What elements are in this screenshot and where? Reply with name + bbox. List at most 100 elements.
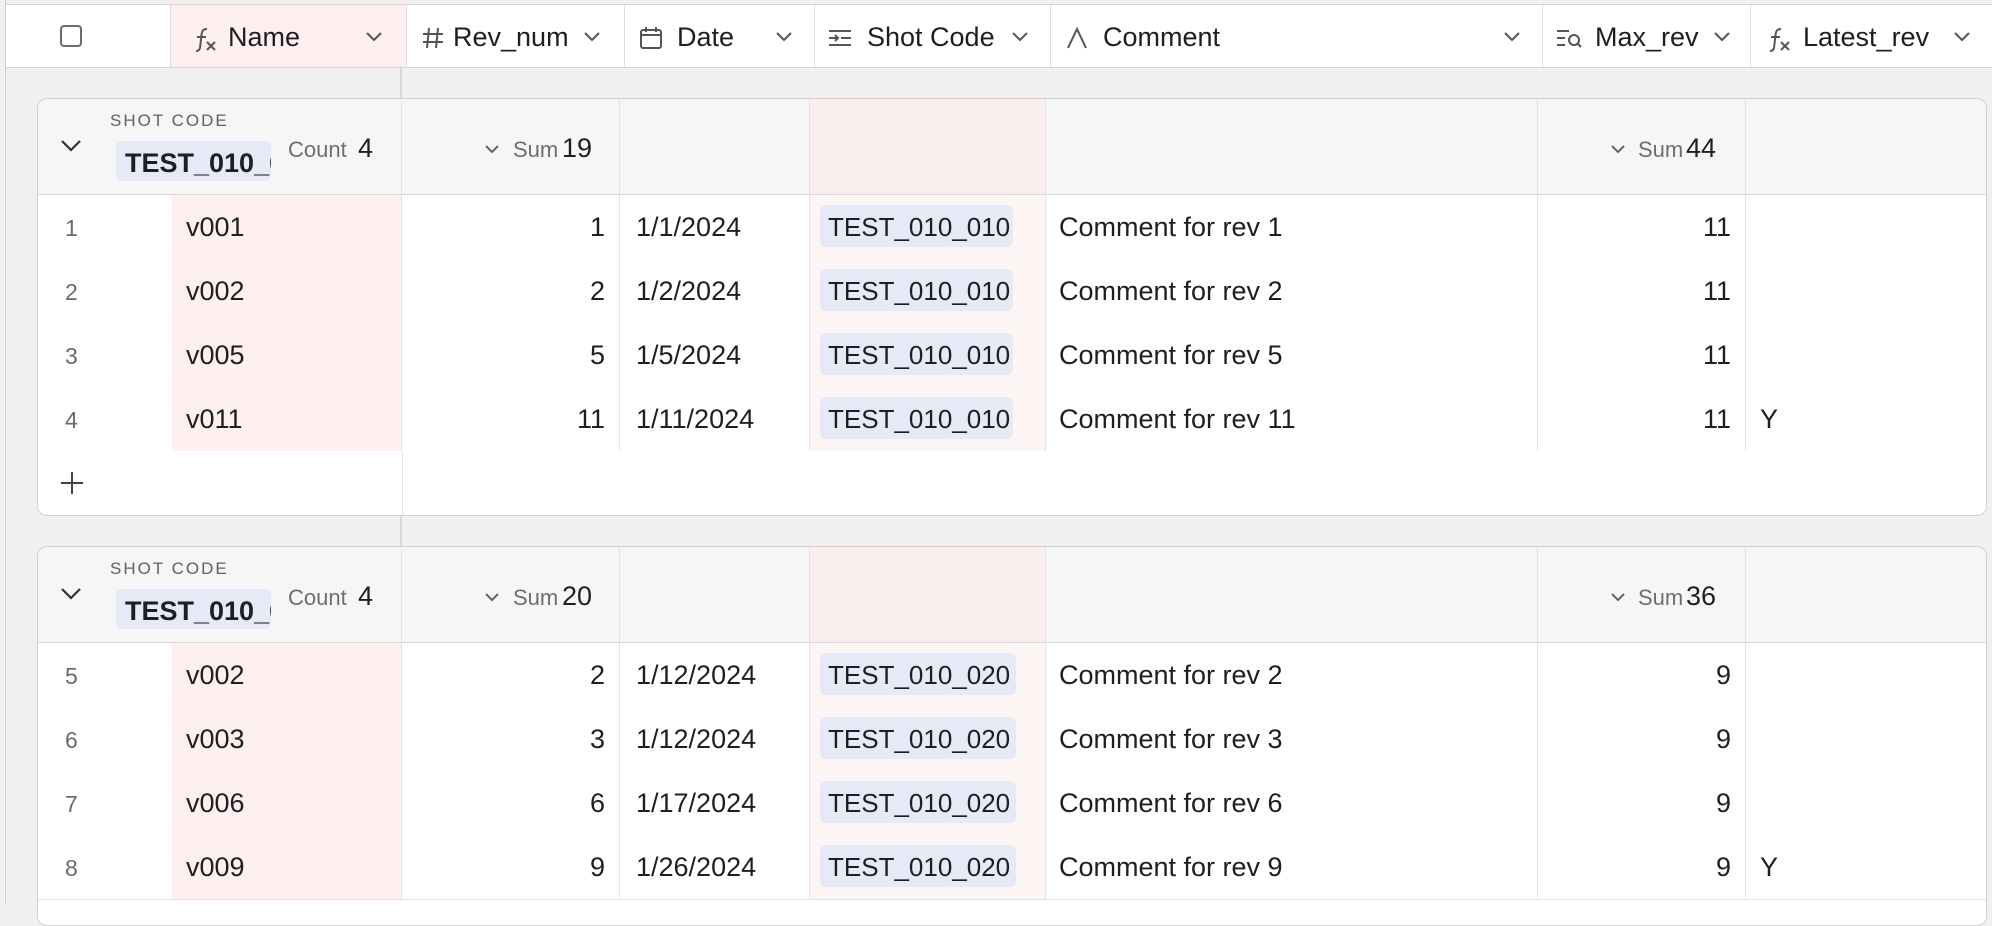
- count-label: Count: [288, 585, 347, 610]
- shot-code-pill[interactable]: TEST_010_020: [820, 653, 1016, 695]
- column-label-shot-code: Shot Code: [867, 22, 995, 52]
- table-row[interactable]: 2 v002 2 1/2/2024 TEST_010_010 Comment f…: [38, 259, 1986, 324]
- table-row[interactable]: 6 v003 3 1/12/2024 TEST_010_020 Comment …: [38, 707, 1986, 772]
- group-value-pill[interactable]: TEST_010_020: [116, 589, 271, 629]
- shot-code-pill[interactable]: TEST_010_010: [820, 333, 1013, 375]
- count-label: Count: [288, 137, 347, 162]
- collapse-chevron-icon[interactable]: [60, 587, 82, 601]
- sum-label: Sum: [1638, 137, 1684, 162]
- shot-code-pill[interactable]: TEST_010_020: [820, 781, 1016, 823]
- rev-num-cell: 6: [589, 788, 605, 818]
- rev-sum-cell[interactable]: Sum 19: [402, 99, 620, 194]
- select-all-checkbox[interactable]: [60, 25, 82, 47]
- table-row[interactable]: 3 v005 5 1/5/2024 TEST_010_010 Comment f…: [38, 323, 1986, 388]
- link-icon: [829, 30, 851, 46]
- column-label-name: Name: [228, 22, 301, 52]
- sum-value: 19: [562, 133, 593, 163]
- date-cell: 1/12/2024: [636, 660, 757, 690]
- max-rev-cell: 11: [1702, 404, 1731, 434]
- comment-cell: Comment for rev 5: [1059, 340, 1283, 370]
- name-cell: v011: [186, 404, 243, 434]
- column-header-max-rev[interactable]: Max_rev: [1543, 5, 1751, 67]
- plus-icon[interactable]: [59, 470, 85, 496]
- name-cell: v005: [186, 340, 245, 370]
- column-header-row: Name Rev_num Date Shot Code Comment Max_…: [6, 4, 1992, 68]
- chevron-down-icon[interactable]: [1610, 592, 1626, 602]
- shot-code-pill[interactable]: TEST_010_010: [820, 397, 1013, 439]
- max-sum-cell[interactable]: Sum 44: [1538, 99, 1746, 194]
- column-header-shot-code[interactable]: Shot Code: [815, 5, 1051, 67]
- add-record-row[interactable]: [38, 451, 1986, 515]
- empty-summary-cell: [810, 547, 1046, 642]
- group-summary-cell: SHOT CODE TEST_010_020 Count 4: [38, 547, 402, 642]
- date-cell: 1/17/2024: [636, 788, 757, 818]
- column-label-date: Date: [677, 22, 735, 52]
- text-icon: [1067, 26, 1087, 49]
- empty-summary-cell: [620, 547, 810, 642]
- chevron-down-icon[interactable]: [1011, 31, 1029, 43]
- chevron-down-icon[interactable]: [775, 31, 793, 43]
- column-header-name[interactable]: Name: [171, 5, 407, 67]
- table-row[interactable]: 7 v006 6 1/17/2024 TEST_010_020 Comment …: [38, 771, 1986, 836]
- table-row[interactable]: 8 v009 9 1/26/2024 TEST_010_020 Comment …: [38, 835, 1986, 900]
- max-rev-cell: 11: [1702, 212, 1731, 242]
- chevron-down-icon[interactable]: [1953, 31, 1971, 43]
- shot-code-text: TEST_010_010: [828, 276, 1011, 306]
- shot-code-pill[interactable]: TEST_010_020: [820, 717, 1016, 759]
- sum-value: 36: [1686, 581, 1717, 611]
- sum-label: Sum: [513, 137, 559, 162]
- row-number: 1: [65, 215, 78, 241]
- column-label-latest-rev: Latest_rev: [1803, 22, 1930, 52]
- empty-summary-cell: [810, 99, 1046, 194]
- table-row[interactable]: 1 v001 1 1/1/2024 TEST_010_010 Comment f…: [38, 195, 1986, 260]
- shot-code-pill[interactable]: TEST_010_010: [820, 269, 1013, 311]
- date-cell: 1/12/2024: [636, 724, 757, 754]
- date-cell: 1/5/2024: [636, 340, 742, 370]
- name-cell: v009: [186, 852, 245, 882]
- chevron-down-icon[interactable]: [583, 31, 601, 43]
- max-rev-cell: 9: [1715, 788, 1731, 818]
- date-cell: 1/26/2024: [636, 852, 757, 882]
- empty-summary-cell: [620, 99, 810, 194]
- group-value-text: TEST_010_020: [125, 596, 271, 626]
- formula-icon: [1769, 28, 1790, 52]
- column-header-comment[interactable]: Comment: [1051, 5, 1543, 67]
- column-label-comment: Comment: [1103, 22, 1221, 52]
- record-group: SHOT CODE TEST_010_020 Count 4 Sum 20 Su…: [37, 546, 1987, 926]
- column-header-date[interactable]: Date: [625, 5, 815, 67]
- group-value-text: TEST_010_010: [125, 148, 271, 178]
- column-header-rev-num[interactable]: Rev_num: [407, 5, 625, 67]
- table-row[interactable]: 4 v011 11 1/11/2024 TEST_010_010 Comment…: [38, 387, 1986, 452]
- max-sum-cell[interactable]: Sum 36: [1538, 547, 1746, 642]
- group-value-pill[interactable]: TEST_010_010: [116, 141, 271, 181]
- latest-rev-cell: Y: [1760, 852, 1779, 882]
- date-cell: 1/2/2024: [636, 276, 742, 306]
- chevron-down-icon[interactable]: [484, 144, 500, 154]
- column-label-rev-num: Rev_num: [453, 22, 569, 52]
- chevron-down-icon[interactable]: [1610, 144, 1626, 154]
- table-row[interactable]: 5 v002 2 1/12/2024 TEST_010_020 Comment …: [38, 643, 1986, 708]
- row-number: 8: [65, 855, 78, 881]
- name-cell: v003: [186, 724, 245, 754]
- shot-code-pill[interactable]: TEST_010_020: [820, 845, 1016, 887]
- chevron-down-icon[interactable]: [365, 31, 383, 43]
- rev-num-cell: 2: [589, 276, 605, 306]
- empty-summary-cell: [1046, 99, 1538, 194]
- shot-code-pill[interactable]: TEST_010_010: [820, 205, 1013, 247]
- rev-num-cell: 5: [589, 340, 605, 370]
- column-header-latest-rev[interactable]: Latest_rev: [1751, 5, 1992, 67]
- chevron-down-icon[interactable]: [484, 592, 500, 602]
- comment-cell: Comment for rev 3: [1059, 724, 1283, 754]
- chevron-down-icon[interactable]: [1503, 31, 1521, 43]
- group-summary-cell: SHOT CODE TEST_010_010 Count 4: [38, 99, 402, 194]
- chevron-down-icon[interactable]: [1713, 31, 1731, 43]
- max-rev-cell: 9: [1715, 660, 1731, 690]
- group-field-label: SHOT CODE: [110, 559, 229, 578]
- sum-value: 44: [1686, 133, 1717, 163]
- collapse-chevron-icon[interactable]: [60, 139, 82, 153]
- group-field-label: SHOT CODE: [110, 111, 229, 130]
- comment-cell: Comment for rev 2: [1059, 276, 1283, 306]
- rev-sum-cell[interactable]: Sum 20: [402, 547, 620, 642]
- comment-cell: Comment for rev 6: [1059, 788, 1283, 818]
- row-number: 3: [65, 343, 78, 369]
